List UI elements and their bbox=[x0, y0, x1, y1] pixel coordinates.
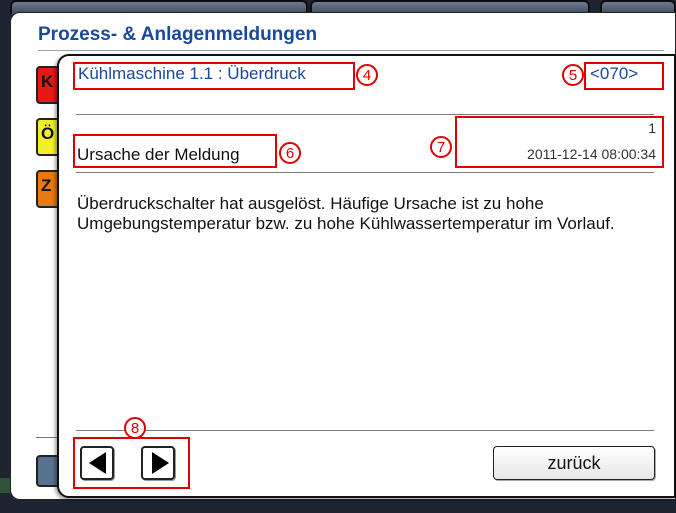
triangle-left-icon bbox=[89, 452, 106, 474]
title-divider bbox=[38, 50, 664, 51]
triangle-right-icon bbox=[152, 452, 169, 474]
annotation-marker: 4 bbox=[356, 64, 378, 86]
occurrence-count: 1 bbox=[648, 120, 656, 136]
cause-heading: Ursache der Meldung bbox=[77, 145, 240, 164]
message-timestamp: 2011-12-14 08:00:34 bbox=[527, 146, 656, 162]
back-button[interactable]: zurück bbox=[493, 446, 655, 480]
annotation-marker: 6 bbox=[279, 142, 301, 164]
divider bbox=[76, 430, 654, 431]
annotation-marker: 7 bbox=[430, 136, 452, 158]
next-message-button[interactable] bbox=[141, 446, 175, 480]
message-description: Überdruckschalter hat ausgelöst. Häufige… bbox=[77, 194, 615, 233]
previous-message-button[interactable] bbox=[80, 446, 114, 480]
annotation-marker: 5 bbox=[562, 64, 584, 86]
message-title: Kühlmaschine 1.1 : Überdruck bbox=[78, 64, 306, 83]
message-code: <070> bbox=[590, 64, 639, 83]
background-strip bbox=[0, 478, 10, 493]
divider bbox=[76, 172, 654, 173]
divider bbox=[76, 114, 654, 115]
window-title: Prozess- & Anlagenmeldungen bbox=[38, 24, 318, 45]
annotation-marker: 8 bbox=[124, 417, 146, 439]
